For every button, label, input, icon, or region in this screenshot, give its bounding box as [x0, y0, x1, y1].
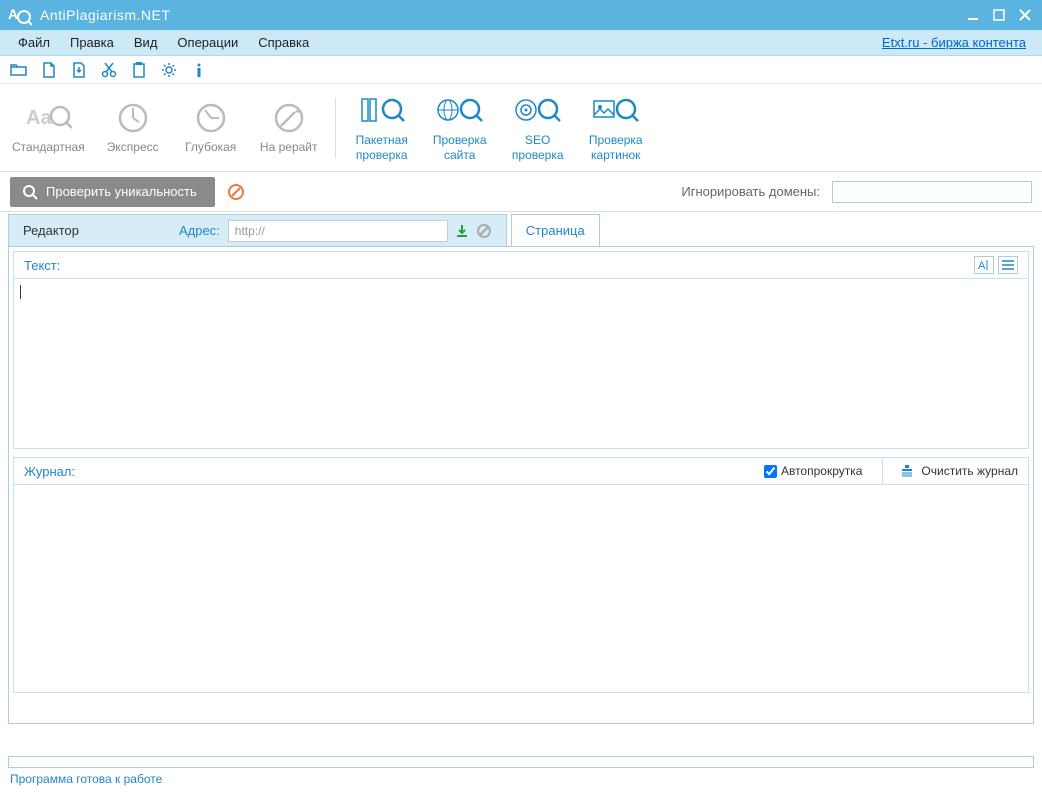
log-label: Журнал:: [24, 464, 75, 479]
statusbar: Программа готова к работе: [0, 752, 1042, 792]
ribbon-separator: [335, 98, 336, 158]
mode-express-label: Экспресс: [107, 140, 159, 154]
settings-icon[interactable]: [160, 61, 178, 79]
autoscroll-input[interactable]: [764, 465, 777, 478]
check-uniqueness-button[interactable]: Проверить уникальность: [10, 177, 215, 207]
svg-text:A: A: [8, 6, 18, 22]
menu-view[interactable]: Вид: [124, 31, 168, 54]
tab-editor[interactable]: Редактор Адрес:: [8, 214, 507, 246]
seo-check[interactable]: SEO проверка: [508, 93, 568, 162]
text-editor[interactable]: [13, 279, 1029, 449]
site-check[interactable]: Проверка сайта: [430, 93, 490, 162]
ribbon: Aa Стандартная Экспресс Глубокая На рера…: [0, 84, 1042, 172]
text-list-icon[interactable]: [998, 256, 1018, 274]
mode-express[interactable]: Экспресс: [103, 100, 163, 154]
clear-log-button[interactable]: Очистить журнал: [882, 458, 1018, 484]
site-check-label: Проверка сайта: [433, 133, 487, 162]
batch-check-icon: [358, 93, 406, 129]
menubar: Файл Правка Вид Операции Справка Etxt.ru…: [0, 30, 1042, 56]
svg-text:A: A: [978, 260, 986, 272]
text-panel-header: Текст: A: [13, 251, 1029, 279]
download-icon[interactable]: [454, 223, 470, 239]
tab-editor-label: Редактор: [23, 223, 79, 238]
paste-icon[interactable]: [130, 61, 148, 79]
titlebar: A AntiPlagiarism.NET: [0, 0, 1042, 30]
mode-rewrite-label: На рерайт: [260, 140, 318, 154]
standard-mode-icon: Aa: [24, 100, 72, 136]
seo-check-label: SEO проверка: [512, 133, 564, 162]
express-mode-icon: [109, 100, 157, 136]
mode-deep[interactable]: Глубокая: [181, 100, 241, 154]
mode-deep-label: Глубокая: [185, 140, 236, 154]
ignore-domains-input[interactable]: [832, 181, 1032, 203]
menu-help[interactable]: Справка: [248, 31, 319, 54]
seo-check-icon: [514, 93, 562, 129]
ignore-domains-label: Игнорировать домены:: [681, 184, 820, 199]
batch-check-label: Пакетная проверка: [356, 133, 408, 162]
mode-standard-label: Стандартная: [12, 140, 85, 154]
app-title: AntiPlagiarism.NET: [40, 7, 964, 23]
cancel-icon[interactable]: [476, 223, 492, 239]
app-logo-icon: A: [8, 3, 32, 27]
icon-toolbar: [0, 56, 1042, 84]
stop-icon[interactable]: [227, 183, 245, 201]
tab-page-label: Страница: [526, 223, 585, 238]
open-folder-icon[interactable]: [10, 61, 28, 79]
menu-operations[interactable]: Операции: [167, 31, 248, 54]
image-check[interactable]: Проверка картинок: [586, 93, 646, 162]
site-check-icon: [436, 93, 484, 129]
tab-page[interactable]: Страница: [511, 214, 600, 246]
minimize-button[interactable]: [964, 6, 982, 24]
batch-check[interactable]: Пакетная проверка: [352, 93, 412, 162]
autoscroll-checkbox[interactable]: Автопрокрутка: [764, 464, 862, 478]
save-file-icon[interactable]: [70, 61, 88, 79]
log-area[interactable]: [13, 485, 1029, 693]
mode-standard[interactable]: Aa Стандартная: [12, 100, 85, 154]
image-check-label: Проверка картинок: [589, 133, 643, 162]
content-area: Текст: A Журнал: Автопрокрутка Очистить …: [8, 246, 1034, 724]
etxt-link[interactable]: Etxt.ru - биржа контента: [882, 35, 1034, 50]
svg-text:Aa: Aa: [26, 107, 52, 129]
new-file-icon[interactable]: [40, 61, 58, 79]
menu-file[interactable]: Файл: [8, 31, 60, 54]
progress-bar: [8, 756, 1034, 768]
maximize-button[interactable]: [990, 6, 1008, 24]
rewrite-mode-icon: [265, 100, 313, 136]
tabs-area: Редактор Адрес: Страница: [0, 212, 1042, 246]
autoscroll-label: Автопрокрутка: [781, 464, 862, 478]
checkbar: Проверить уникальность Игнорировать доме…: [0, 172, 1042, 212]
close-button[interactable]: [1016, 6, 1034, 24]
cut-icon[interactable]: [100, 61, 118, 79]
info-icon[interactable]: [190, 61, 208, 79]
menu-edit[interactable]: Правка: [60, 31, 124, 54]
check-button-label: Проверить уникальность: [46, 184, 197, 199]
text-format-icon[interactable]: A: [974, 256, 994, 274]
status-text: Программа готова к работе: [0, 770, 1042, 792]
deep-mode-icon: [187, 100, 235, 136]
clear-log-label: Очистить журнал: [921, 464, 1018, 478]
address-input[interactable]: [228, 220, 448, 242]
image-check-icon: [592, 93, 640, 129]
log-panel-header: Журнал: Автопрокрутка Очистить журнал: [13, 457, 1029, 485]
text-label: Текст:: [24, 258, 60, 273]
mode-rewrite[interactable]: На рерайт: [259, 100, 319, 154]
address-label: Адрес:: [179, 223, 220, 238]
